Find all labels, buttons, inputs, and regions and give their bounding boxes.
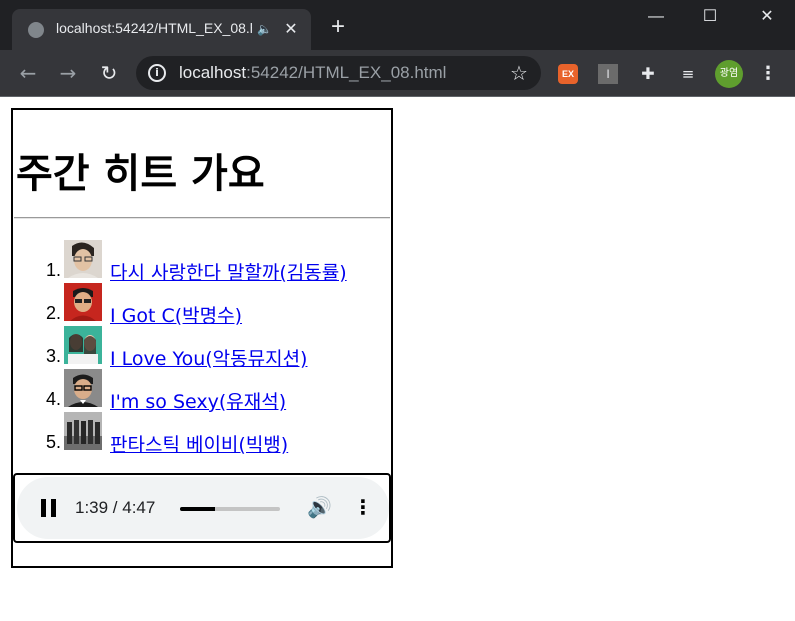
- song-link[interactable]: I Love You(악동뮤지션): [110, 344, 307, 371]
- extensions-puzzle-icon[interactable]: ✚: [638, 64, 658, 84]
- song-thumbnail: [64, 240, 102, 278]
- url-host: localhost: [179, 63, 247, 82]
- extension-i-icon[interactable]: I: [598, 64, 618, 84]
- list-number: 3.: [45, 346, 61, 366]
- extension-ex-icon[interactable]: EX: [558, 64, 578, 84]
- speaker-icon[interactable]: 🔈: [257, 22, 272, 36]
- address-bar[interactable]: i localhost:54242/HTML_EX_08.html ☆: [136, 56, 541, 90]
- audio-player: 1:39 / 4:47 🔊 ⋮: [17, 477, 389, 539]
- url-text[interactable]: localhost:54242/HTML_EX_08.html: [179, 63, 446, 83]
- list-number: 5.: [45, 432, 61, 452]
- browser-titlebar: localhost:54242/HTML_EX_08.html 🔈 ✕ + — …: [0, 0, 795, 50]
- pause-icon[interactable]: [41, 499, 57, 517]
- globe-icon: [28, 22, 44, 38]
- media-control-icon[interactable]: ≡: [678, 64, 698, 84]
- close-tab-icon[interactable]: ✕: [282, 19, 300, 39]
- list-number: 4.: [45, 389, 61, 409]
- browser-toolbar: ← → ↻ i localhost:54242/HTML_EX_08.html …: [0, 50, 795, 97]
- close-window-button[interactable]: ✕: [752, 6, 782, 28]
- song-link[interactable]: 판타스틱 베이비(빅뱅): [110, 430, 288, 457]
- song-link[interactable]: 다시 사랑한다 말할까(김동률): [110, 258, 347, 285]
- more-menu-icon[interactable]: ⋮: [758, 62, 778, 86]
- audio-player-frame: 1:39 / 4:47 🔊 ⋮: [13, 473, 391, 543]
- more-options-icon[interactable]: ⋮: [353, 495, 373, 519]
- song-thumbnail: [64, 283, 102, 321]
- back-arrow-icon[interactable]: ←: [16, 61, 40, 85]
- maximize-button[interactable]: ☐: [695, 6, 725, 28]
- seek-slider[interactable]: [180, 507, 280, 511]
- info-icon[interactable]: i: [148, 64, 166, 82]
- song-thumbnail: [64, 369, 102, 407]
- song-thumbnail: [64, 326, 102, 364]
- new-tab-button[interactable]: +: [325, 14, 351, 40]
- tab-title: localhost:54242/HTML_EX_08.html: [56, 20, 252, 36]
- song-thumbnail: [64, 412, 102, 450]
- page-title: 주간 히트 가요: [16, 151, 265, 197]
- minimize-button[interactable]: —: [641, 6, 671, 28]
- bookmark-star-icon[interactable]: ☆: [508, 62, 530, 84]
- url-path: :54242/HTML_EX_08.html: [246, 63, 447, 82]
- horizontal-rule: [14, 217, 390, 219]
- seek-progress: [180, 507, 215, 511]
- time-display: 1:39 / 4:47: [75, 498, 156, 517]
- song-link[interactable]: I'm so Sexy(유재석): [110, 387, 286, 414]
- profile-avatar[interactable]: 광염: [715, 60, 743, 88]
- forward-arrow-icon[interactable]: →: [56, 61, 80, 85]
- browser-tab[interactable]: localhost:54242/HTML_EX_08.html 🔈 ✕: [12, 9, 311, 50]
- song-link[interactable]: I Got C(박명수): [110, 301, 242, 328]
- chart-box: 주간 히트 가요 1. 다시 사랑한다 말할까(김동률) 2. I Got C(…: [11, 108, 393, 568]
- list-number: 2.: [45, 303, 61, 323]
- list-number: 1.: [45, 260, 61, 280]
- page-content: 주간 히트 가요 1. 다시 사랑한다 말할까(김동률) 2. I Got C(…: [0, 98, 795, 621]
- volume-icon[interactable]: 🔊: [307, 495, 332, 519]
- reload-icon[interactable]: ↻: [97, 61, 121, 85]
